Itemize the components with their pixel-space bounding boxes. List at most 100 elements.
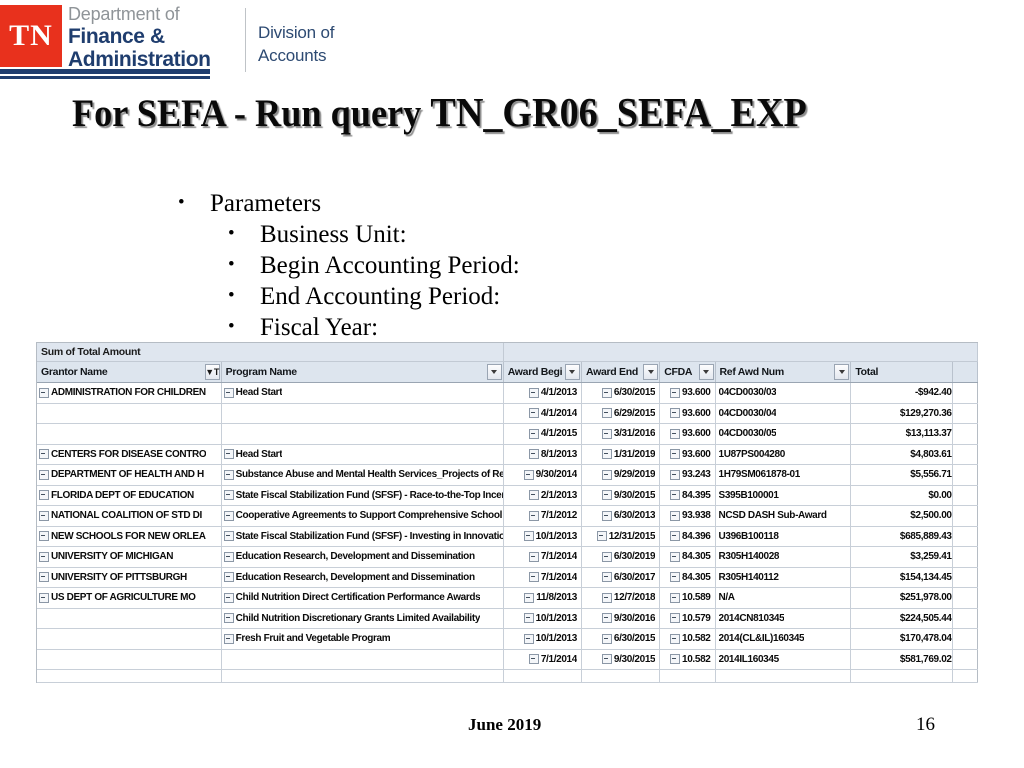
collapse-icon[interactable] xyxy=(39,469,49,480)
collapse-icon[interactable] xyxy=(528,387,539,398)
collapse-icon[interactable] xyxy=(601,469,612,480)
table-row[interactable]: ADMINISTRATION FOR CHILDREN Head Start 4… xyxy=(37,382,979,404)
table-row[interactable]: NEW SCHOOLS FOR NEW ORLEA State Fiscal S… xyxy=(37,526,979,547)
table-row[interactable]: Fresh Fruit and Vegetable Program 10/1/2… xyxy=(37,628,979,650)
collapse-icon[interactable] xyxy=(601,428,612,439)
collapse-icon[interactable] xyxy=(596,531,607,542)
column-header-program-name[interactable]: Program Name xyxy=(221,361,504,383)
pivot-table-screenshot[interactable]: Sum of Total Amount Grantor Name ▼T Prog… xyxy=(36,342,979,683)
collapse-icon[interactable] xyxy=(523,531,534,542)
collapse-icon[interactable] xyxy=(601,551,612,562)
collapse-icon[interactable] xyxy=(223,551,234,562)
column-header-grantor-name[interactable]: Grantor Name ▼T xyxy=(37,361,222,383)
cell-cfda-text: 93.243 xyxy=(682,469,711,481)
column-header-total[interactable]: Total xyxy=(850,361,953,383)
table-row[interactable]: DEPARTMENT OF HEALTH AND H Substance Abu… xyxy=(37,464,979,486)
collapse-icon[interactable] xyxy=(670,531,680,542)
collapse-icon[interactable] xyxy=(528,654,539,665)
collapse-icon[interactable] xyxy=(601,387,612,398)
filter-icon-ref-awd-num[interactable] xyxy=(834,364,850,380)
collapse-icon[interactable] xyxy=(223,531,234,542)
collapse-icon[interactable] xyxy=(670,469,680,480)
cell-award-end: 1/31/2019 xyxy=(581,444,661,465)
collapse-icon[interactable] xyxy=(601,572,612,583)
collapse-icon[interactable] xyxy=(670,510,680,521)
cell-cfda: 84.396 xyxy=(659,526,716,547)
collapse-icon[interactable] xyxy=(39,449,49,460)
collapse-icon[interactable] xyxy=(670,592,680,603)
collapse-icon[interactable] xyxy=(223,449,234,460)
collapse-icon[interactable] xyxy=(523,613,534,624)
table-row[interactable]: US DEPT OF AGRICULTURE MO Child Nutritio… xyxy=(37,587,979,609)
table-row[interactable]: 4/1/2014 6/29/2015 93.600 04CD0030/04 $1… xyxy=(37,403,979,424)
table-row[interactable]: 4/1/2015 3/31/2016 93.600 04CD0030/05 $1… xyxy=(37,423,979,445)
collapse-icon[interactable] xyxy=(670,408,680,419)
collapse-icon[interactable] xyxy=(523,469,534,480)
table-row[interactable]: NATIONAL COALITION OF STD DI Cooperative… xyxy=(37,505,979,527)
column-header-cfda[interactable]: CFDA xyxy=(659,361,716,383)
row-gutter xyxy=(952,444,979,465)
cell-award-begin: 4/1/2014 xyxy=(503,403,582,424)
collapse-icon[interactable] xyxy=(223,490,234,501)
table-row[interactable]: UNIVERSITY OF PITTSBURGH Education Resea… xyxy=(37,567,979,588)
filter-icon-cfda[interactable] xyxy=(698,364,714,380)
cell-total: $5,556.71 xyxy=(850,464,953,486)
collapse-icon[interactable] xyxy=(528,490,539,501)
table-row[interactable]: CENTERS FOR DISEASE CONTRO Head Start 8/… xyxy=(37,444,979,465)
collapse-icon[interactable] xyxy=(601,633,612,644)
collapse-icon[interactable] xyxy=(223,633,234,644)
collapse-icon[interactable] xyxy=(528,428,539,439)
collapse-icon[interactable] xyxy=(670,551,680,562)
table-row[interactable]: UNIVERSITY OF MICHIGAN Education Researc… xyxy=(37,546,979,568)
collapse-icon[interactable] xyxy=(39,490,49,501)
collapse-icon[interactable] xyxy=(528,510,539,521)
collapse-icon[interactable] xyxy=(223,469,234,480)
bullet-item-fiscal-year: Fiscal Year: xyxy=(170,311,790,343)
collapse-icon[interactable] xyxy=(39,531,49,542)
cell-award-end-text: 6/30/2015 xyxy=(613,387,656,399)
table-row[interactable]: FLORIDA DEPT OF EDUCATION State Fiscal S… xyxy=(37,485,979,506)
collapse-icon[interactable] xyxy=(528,551,539,562)
collapse-icon[interactable] xyxy=(524,592,535,603)
cell-program-text: Education Research, Development and Diss… xyxy=(235,571,475,583)
collapse-icon[interactable] xyxy=(601,510,612,521)
collapse-icon[interactable] xyxy=(601,654,612,665)
collapse-icon[interactable] xyxy=(670,633,680,644)
collapse-icon[interactable] xyxy=(223,572,234,583)
collapse-icon[interactable] xyxy=(601,592,612,603)
collapse-icon[interactable] xyxy=(223,592,234,603)
department-line-2: Finance & xyxy=(68,24,165,48)
collapse-icon[interactable] xyxy=(39,510,49,521)
collapse-icon[interactable] xyxy=(670,387,680,398)
collapse-icon[interactable] xyxy=(670,613,680,624)
collapse-icon[interactable] xyxy=(528,449,539,460)
column-header-award-begin[interactable]: Award Begi xyxy=(503,361,582,383)
column-header-award-end[interactable]: Award End xyxy=(581,361,661,383)
filter-icon-award-begin[interactable] xyxy=(564,364,580,380)
collapse-icon[interactable] xyxy=(601,613,612,624)
collapse-icon[interactable] xyxy=(39,551,49,562)
collapse-icon[interactable] xyxy=(523,633,534,644)
collapse-icon[interactable] xyxy=(601,408,612,419)
collapse-icon[interactable] xyxy=(39,387,49,398)
collapse-icon[interactable] xyxy=(223,387,234,398)
collapse-icon[interactable] xyxy=(670,428,680,439)
collapse-icon[interactable] xyxy=(601,490,612,501)
collapse-icon[interactable] xyxy=(528,572,539,583)
collapse-icon[interactable] xyxy=(670,572,680,583)
collapse-icon[interactable] xyxy=(670,449,680,460)
collapse-icon[interactable] xyxy=(528,408,539,419)
collapse-icon[interactable] xyxy=(601,449,612,460)
collapse-icon[interactable] xyxy=(39,572,49,583)
collapse-icon[interactable] xyxy=(223,613,234,624)
collapse-icon[interactable] xyxy=(223,510,234,521)
table-row[interactable]: 7/1/2014 9/30/2015 10.582 2014IL160345 $… xyxy=(37,649,979,670)
filter-icon-award-end[interactable] xyxy=(643,364,659,380)
table-row[interactable]: Child Nutrition Discretionary Grants Lim… xyxy=(37,608,979,629)
collapse-icon[interactable] xyxy=(670,654,680,665)
filter-icon-grantor-name[interactable]: ▼T xyxy=(204,364,220,380)
filter-icon-program-name[interactable] xyxy=(486,364,502,380)
column-header-ref-awd-num[interactable]: Ref Awd Num xyxy=(715,361,852,383)
collapse-icon[interactable] xyxy=(39,592,49,603)
collapse-icon[interactable] xyxy=(670,490,680,501)
